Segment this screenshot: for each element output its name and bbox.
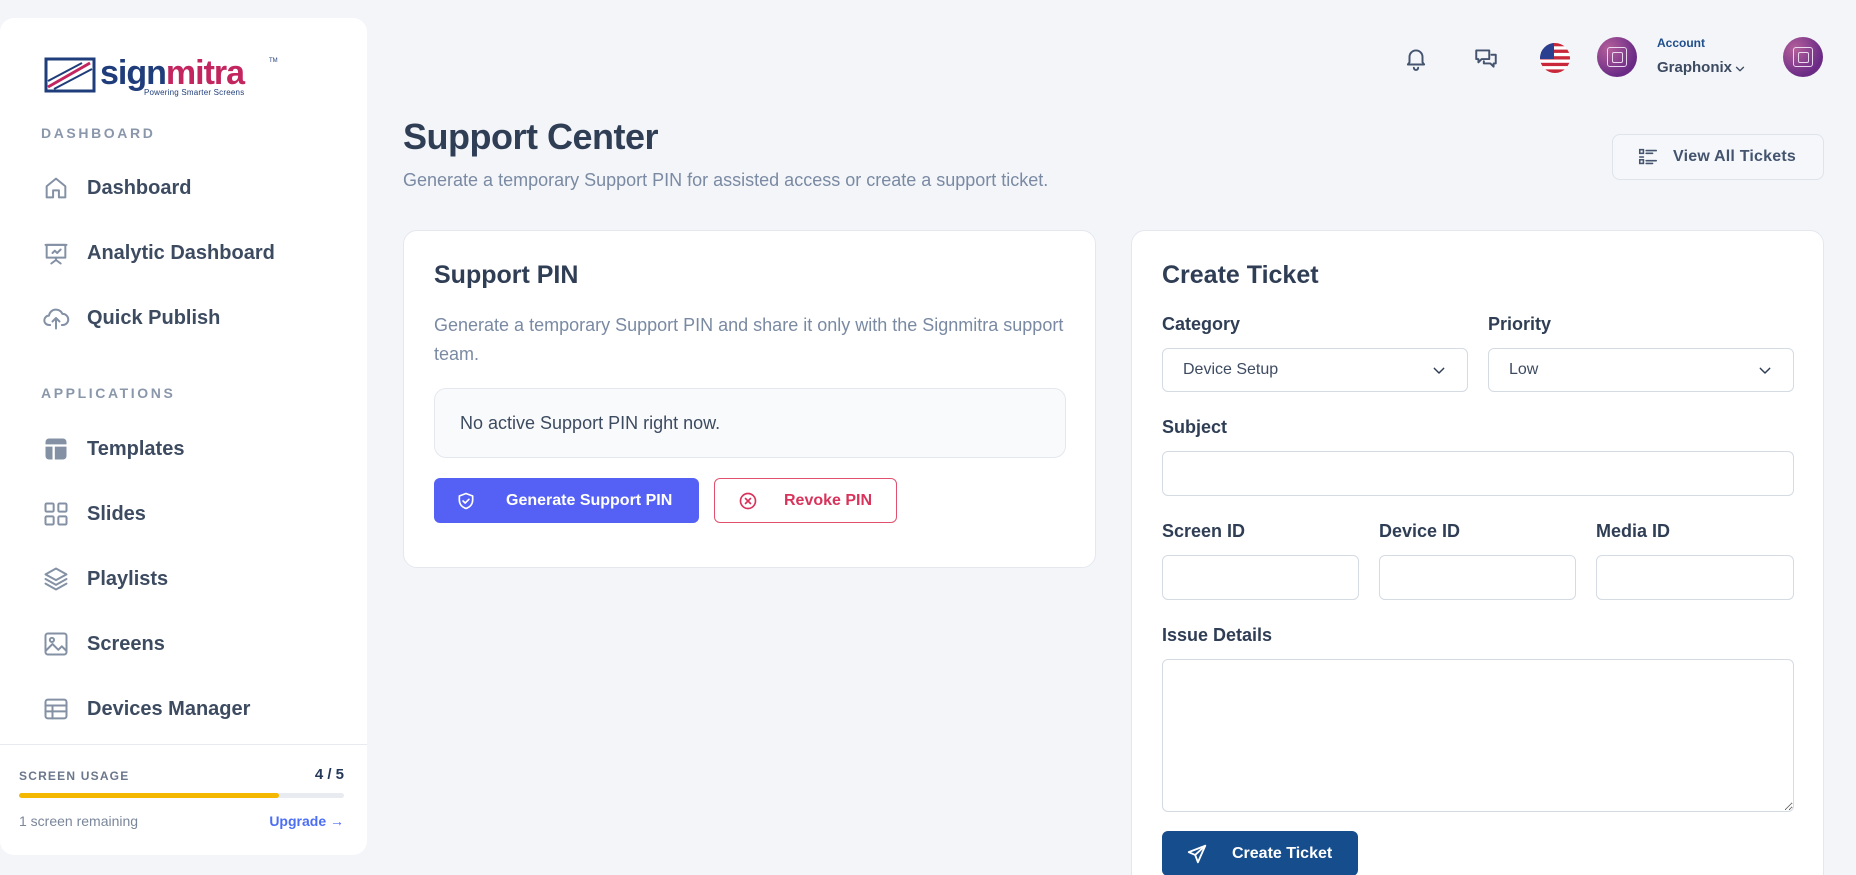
upgrade-link[interactable]: Upgrade → <box>269 813 344 829</box>
sidebar-item-label: Templates <box>87 437 185 460</box>
category-select[interactable]: Device Setup <box>1162 348 1468 392</box>
device-id-label: Device ID <box>1379 521 1461 541</box>
chevron-down-icon <box>1433 367 1445 374</box>
signmitra-logo[interactable]: signmitra Powering Smarter Screens TM <box>44 38 284 97</box>
close-circle-icon <box>739 492 757 509</box>
account-label: Account <box>1657 36 1705 50</box>
page-title: Support Center <box>403 116 659 157</box>
sidebar-item-label: Devices Manager <box>87 697 251 720</box>
revoke-pin-button[interactable]: Revoke PIN <box>714 478 897 523</box>
screen-id-label: Screen ID <box>1162 521 1246 541</box>
sidebar-item-label: Playlists <box>87 567 169 590</box>
screen-usage-panel: SCREEN USAGE 4 / 5 1 screen remaining Up… <box>0 744 367 855</box>
create-ticket-card: Create Ticket Category Device Setup Prio… <box>1131 230 1824 875</box>
category-label: Category <box>1162 314 1241 334</box>
generate-support-pin-button[interactable]: Generate Support PIN <box>434 478 699 523</box>
issue-details-label: Issue Details <box>1162 625 1273 645</box>
screen-id-input[interactable] <box>1162 555 1359 600</box>
create-ticket-label: Create Ticket <box>1232 844 1333 862</box>
logo-trademark: TM <box>269 58 278 64</box>
sidebar-item-label: Dashboard <box>87 176 192 199</box>
chat-icon <box>1475 49 1497 68</box>
account-name[interactable]: Graphonix <box>1657 59 1732 76</box>
priority-label: Priority <box>1488 314 1552 334</box>
messages-button[interactable] <box>1470 42 1502 74</box>
layout-icon <box>41 434 71 464</box>
sidebar-item-slides[interactable]: Slides <box>41 494 146 534</box>
media-id-label: Media ID <box>1596 521 1671 541</box>
sidebar: signmitra Powering Smarter Screens TM DA… <box>0 18 367 855</box>
sidebar-item-quick-publish[interactable]: Quick Publish <box>41 298 220 338</box>
layers-icon <box>41 564 71 594</box>
home-icon <box>41 173 71 203</box>
screen-usage-count: 4 / 5 <box>314 766 344 783</box>
support-pin-status: No active Support PIN right now. <box>434 388 1066 458</box>
support-pin-title: Support PIN <box>434 261 579 289</box>
view-all-tickets-label: View All Tickets <box>1673 148 1796 165</box>
sidebar-item-analytic-dashboard[interactable]: Analytic Dashboard <box>41 233 275 273</box>
account-avatar[interactable] <box>1597 37 1637 77</box>
section-label-dashboard: DASHBOARD <box>41 125 156 141</box>
shield-check-icon <box>458 492 474 509</box>
sidebar-item-devices-manager[interactable]: Devices Manager <box>41 689 250 729</box>
chevron-down-icon[interactable] <box>1733 62 1747 76</box>
section-label-applications: APPLICATIONS <box>41 385 176 401</box>
category-value: Device Setup <box>1183 361 1279 378</box>
avatar-logo-icon <box>1607 47 1627 67</box>
sidebar-item-label: Screens <box>87 632 165 655</box>
subject-input[interactable] <box>1162 451 1794 496</box>
create-ticket-button[interactable]: Create Ticket <box>1162 831 1358 875</box>
image-icon <box>41 629 71 659</box>
presentation-chart-icon <box>41 238 71 268</box>
logo-tagline: Powering Smarter Screens <box>144 88 245 97</box>
sidebar-item-dashboard[interactable]: Dashboard <box>41 168 191 208</box>
table-icon <box>41 694 71 724</box>
sidebar-item-label: Quick Publish <box>87 306 221 329</box>
sidebar-item-playlists[interactable]: Playlists <box>41 559 168 599</box>
cloud-upload-icon <box>41 303 71 333</box>
list-icon <box>1638 148 1658 165</box>
generate-support-pin-label: Generate Support PIN <box>506 491 673 509</box>
sidebar-item-screens[interactable]: Screens <box>41 624 165 664</box>
screen-usage-title: SCREEN USAGE <box>19 769 130 783</box>
profile-avatar[interactable] <box>1783 37 1823 77</box>
logo-mark-icon <box>44 57 96 93</box>
issue-details-textarea[interactable] <box>1162 659 1794 812</box>
avatar-logo-icon <box>1793 47 1813 67</box>
sidebar-item-label: Slides <box>87 502 146 525</box>
page-subtitle: Generate a temporary Support PIN for ass… <box>403 170 1049 190</box>
notifications-button[interactable] <box>1400 42 1432 74</box>
priority-value: Low <box>1509 361 1539 378</box>
screen-usage-remaining: 1 screen remaining <box>19 813 139 829</box>
sidebar-item-label: Analytic Dashboard <box>87 241 275 264</box>
support-pin-description: Generate a temporary Support PIN and sha… <box>434 315 1064 364</box>
chevron-down-icon <box>1759 367 1771 374</box>
screen-usage-progress <box>19 793 344 798</box>
support-pin-card: Support PIN Generate a temporary Support… <box>403 230 1096 568</box>
bell-icon <box>1406 49 1426 71</box>
send-icon <box>1187 844 1207 863</box>
us-flag-icon[interactable] <box>1540 43 1570 73</box>
priority-select[interactable]: Low <box>1488 348 1794 392</box>
create-ticket-title: Create Ticket <box>1162 261 1319 289</box>
view-all-tickets-button[interactable]: View All Tickets <box>1612 134 1824 180</box>
media-id-input[interactable] <box>1596 555 1794 600</box>
device-id-input[interactable] <box>1379 555 1576 600</box>
logo-wordmark: signmitra <box>100 54 245 92</box>
revoke-pin-label: Revoke PIN <box>784 491 873 509</box>
subject-label: Subject <box>1162 417 1228 437</box>
grid-icon <box>41 499 71 529</box>
screen-usage-progress-fill <box>19 793 279 798</box>
sidebar-item-templates[interactable]: Templates <box>41 429 184 469</box>
